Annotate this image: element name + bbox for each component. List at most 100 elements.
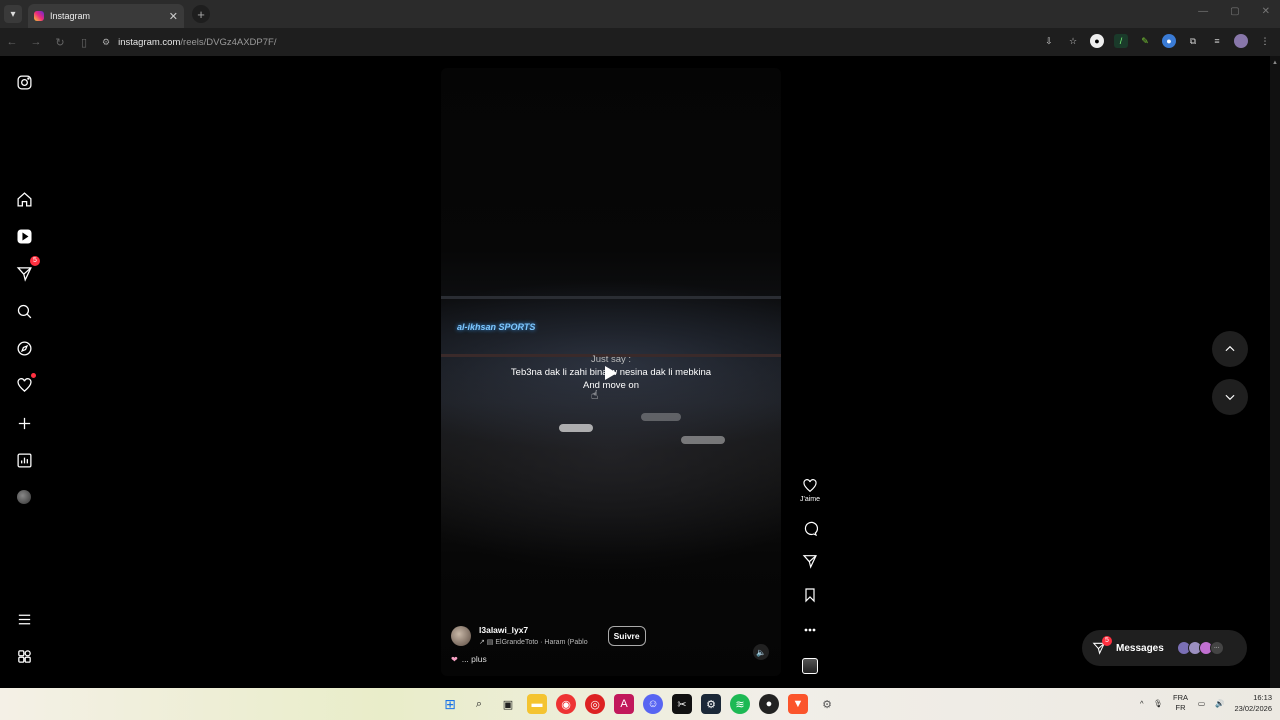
new-tab-button[interactable]: + [192,5,210,23]
heart-icon [803,479,817,493]
url-host: instagram.com [118,36,181,48]
ellipsis-icon [804,628,816,632]
reel-audio-track[interactable]: ↗ ▤ ElGrandeToto · Haram (Pablo [479,638,588,646]
sound-toggle-icon[interactable]: 🔈 [753,644,769,660]
spotify-icon[interactable]: ≋ [730,694,750,714]
system-tray: ^ 🎙 FRA FR ▭ 🔊 16:13 23/02/2026 [1140,692,1272,714]
bookmark-icon [805,588,815,603]
taskbar-apps: ⊞ ⌕ ▣ ▬ ◉ ◎ A ☺ ✂ ⚙ ≋ ● ▼ ⚙ [440,694,837,714]
discord-icon[interactable]: ☺ [643,694,663,714]
file-explorer-icon[interactable]: ▬ [527,694,547,714]
language-indicator[interactable]: FRA FR [1173,693,1188,713]
profile-avatar[interactable] [14,487,34,507]
site-info-icon[interactable]: ⚙ [102,37,110,48]
extension-icon-4[interactable]: ● [1162,34,1176,48]
reel-footer: l3alawi_lyx7 ↗ ▤ ElGrandeToto · Haram (P… [451,625,771,664]
network-icon[interactable]: ▭ [1198,699,1205,708]
tab-title: Instagram [50,11,91,21]
steam-icon[interactable]: ⚙ [701,694,721,714]
comment-icon [804,521,818,537]
reload-icon[interactable]: ↻ [48,36,72,49]
sidebar-toggle-icon[interactable]: ▯ [72,36,96,49]
messages-button[interactable]: 5 Messages ··· [1082,630,1247,666]
home-icon[interactable] [14,189,34,209]
tab-search-button[interactable]: ▾ [4,5,22,23]
share-button[interactable] [798,553,822,569]
install-app-icon[interactable]: ⇩ [1042,34,1056,48]
pink-heart-icon: ❤ [451,654,458,664]
notifications-badge: 5 [30,256,40,266]
brave-browser-icon[interactable]: ▼ [788,694,808,714]
author-avatar[interactable] [451,625,471,646]
browser-tab-bar: ▾ Instagram ✕ + — ▢ ✕ [0,0,1280,28]
messages-label: Messages [1116,642,1164,654]
instagram-page: 5 al-ikhsan SPORTS Just say: Teb3na dak… [0,56,1280,688]
back-icon[interactable]: ← [0,36,24,48]
instagram-favicon-icon [34,11,44,21]
toolbar-extensions: ⇩ ☆ ● / ✎ ● ⧉ ≡ ⋮ [1042,34,1272,48]
save-button[interactable] [798,587,822,603]
scroll-up-icon[interactable]: ▲ [1272,60,1278,66]
comment-button[interactable] [798,521,822,537]
obs-icon[interactable]: ● [759,694,779,714]
clock[interactable]: 16:13 23/02/2026 [1234,692,1272,714]
tab-close-icon[interactable]: ✕ [169,10,178,23]
messages-avatars: ··· [1176,641,1224,655]
next-reel-button[interactable] [1212,379,1248,415]
notification-dot [31,373,36,378]
volume-icon[interactable]: 🔊 [1215,699,1224,708]
scene-car [641,413,681,421]
extension-icon-3[interactable]: ✎ [1138,34,1152,48]
reel-video[interactable]: al-ikhsan SPORTS Just say : Teb3na dak l… [441,68,781,676]
more-menu-icon[interactable] [14,609,34,629]
browser-menu-icon[interactable]: ⋮ [1258,34,1272,48]
more-options-button[interactable] [798,622,822,638]
tray-overflow-icon[interactable]: ^ [1140,699,1144,708]
mouse-cursor-icon: ☝ [591,388,599,402]
previous-reel-button[interactable] [1212,331,1248,367]
audio-thumbnail[interactable] [798,658,822,674]
window-controls: — ▢ ✕ [1198,6,1270,17]
search-icon[interactable] [14,301,34,321]
notifications-heart-icon[interactable] [14,373,36,395]
like-button[interactable]: J'aime [798,478,822,503]
address-bar[interactable]: ⚙ instagram.com/reels/DVGz4AXDP7F/ [102,37,276,48]
browser-tab[interactable]: Instagram ✕ [28,4,184,28]
windows-start-icon[interactable]: ⊞ [440,694,460,714]
taskbar-search-icon[interactable]: ⌕ [469,694,489,714]
extension-icon-2[interactable]: / [1114,34,1128,48]
follow-button[interactable]: Suivre [607,625,646,646]
reel-caption[interactable]: ❤ ... plus [451,654,771,664]
browser-toolbar: ← → ↻ ▯ ⚙ instagram.com/reels/DVGz4AXDP7… [0,28,1280,56]
chrome-icon[interactable]: ◉ [556,694,576,714]
menu-list-icon[interactable]: ≡ [1210,34,1224,48]
explore-compass-icon[interactable] [14,338,34,358]
instagram-logo-icon[interactable] [14,72,34,92]
create-plus-icon[interactable] [14,413,34,433]
bookmark-star-icon[interactable]: ☆ [1066,34,1080,48]
dashboard-icon[interactable] [14,450,34,470]
extensions-puzzle-icon[interactable]: ⧉ [1186,34,1200,48]
app-a-icon[interactable]: A [614,694,634,714]
microphone-icon[interactable]: 🎙 [1153,699,1163,708]
extension-icon-1[interactable]: ● [1090,34,1104,48]
opera-gx-icon[interactable]: ◎ [585,694,605,714]
settings-gear-icon[interactable]: ⚙ [817,694,837,714]
capcut-icon[interactable]: ✂ [672,694,692,714]
close-window-icon[interactable]: ✕ [1262,6,1270,17]
share-icon [802,555,817,569]
minimize-icon[interactable]: — [1198,6,1208,17]
like-label: J'aime [799,496,820,503]
chevron-up-icon [1225,345,1235,352]
profile-avatar-icon[interactable] [1234,34,1248,48]
also-from-meta-icon[interactable] [14,646,34,666]
page-scrollbar[interactable]: ▲ [1270,56,1280,688]
direct-messages-icon[interactable]: 5 [14,256,40,283]
forward-icon[interactable]: → [24,36,48,48]
task-view-icon[interactable]: ▣ [498,694,518,714]
maximize-icon[interactable]: ▢ [1230,6,1239,17]
author-username[interactable]: l3alawi_lyx7 [479,625,588,635]
play-icon[interactable] [605,366,617,380]
reels-icon[interactable] [14,226,34,246]
caption-more-link[interactable]: ... plus [462,654,487,664]
